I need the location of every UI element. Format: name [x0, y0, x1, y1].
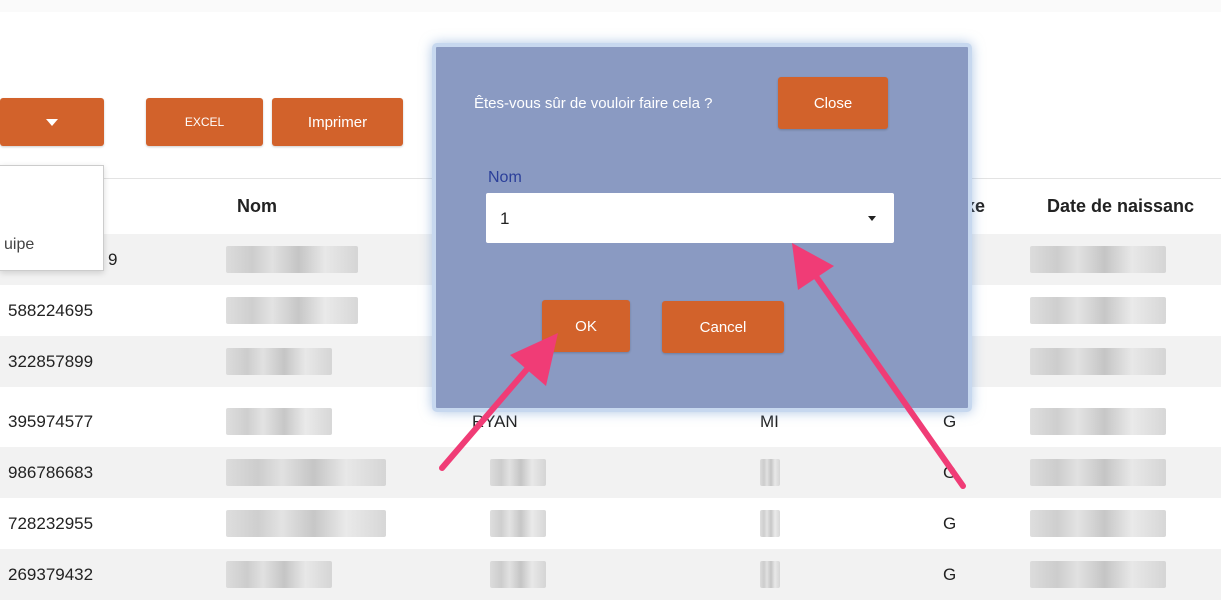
redacted-cell [490, 561, 546, 588]
cancel-button[interactable]: Cancel [662, 301, 784, 353]
nom-select[interactable]: 1 [486, 193, 894, 243]
redacted-cell [226, 348, 332, 375]
redacted-cell [226, 561, 332, 588]
field-label-nom: Nom [488, 169, 522, 186]
redacted-cell [1030, 297, 1166, 324]
dialog-message: Êtes-vous sûr de vouloir faire cela ? [474, 95, 713, 112]
column-header-date[interactable]: Date de naissanc [1047, 196, 1194, 217]
row-id: 269379432 [8, 565, 94, 584]
column-header-nom[interactable]: Nom [237, 196, 277, 217]
redacted-cell [226, 510, 386, 537]
redacted-cell [490, 459, 546, 486]
redacted-cell [226, 459, 386, 486]
row-sexe: G [943, 514, 957, 533]
redacted-cell [760, 510, 780, 537]
row-id: 728232955 [8, 514, 94, 533]
row-sexe: G [943, 463, 957, 482]
caret-down-icon [46, 118, 58, 126]
redacted-cell [226, 408, 332, 435]
row-sexe: G [943, 565, 957, 584]
row-id: 588224695 [8, 301, 94, 320]
row-id: 986786683 [8, 463, 94, 482]
table-row[interactable]: 986786683 G [0, 447, 1221, 498]
chevron-down-icon [868, 216, 876, 221]
redacted-cell [226, 246, 358, 273]
row-id: 9 [108, 250, 118, 269]
menu-item-equipe[interactable]: uipe [4, 236, 34, 254]
table-row[interactable]: 269379432 G [0, 549, 1221, 600]
print-button[interactable]: Imprimer [272, 98, 403, 146]
redacted-cell [760, 459, 780, 486]
redacted-cell [490, 510, 546, 537]
dropdown-button[interactable] [0, 98, 104, 146]
select-value: 1 [500, 209, 510, 228]
confirm-dialog: Êtes-vous sûr de vouloir faire cela ? Cl… [432, 43, 972, 412]
table-row[interactable]: 728232955 G [0, 498, 1221, 549]
top-band [0, 0, 1221, 12]
close-button[interactable]: Close [778, 77, 888, 129]
row-id: 322857899 [8, 352, 94, 371]
excel-button[interactable]: EXCEL [146, 98, 263, 146]
redacted-cell [1030, 348, 1166, 375]
row-id: 395974577 [8, 412, 94, 431]
redacted-cell [1030, 408, 1166, 435]
redacted-cell [1030, 510, 1166, 537]
ok-button[interactable]: OK [542, 300, 630, 352]
redacted-cell [1030, 246, 1166, 273]
redacted-cell [760, 561, 780, 588]
redacted-cell [226, 297, 358, 324]
redacted-cell [1030, 561, 1166, 588]
dropdown-menu: uipe [0, 165, 104, 271]
redacted-cell [1030, 459, 1166, 486]
